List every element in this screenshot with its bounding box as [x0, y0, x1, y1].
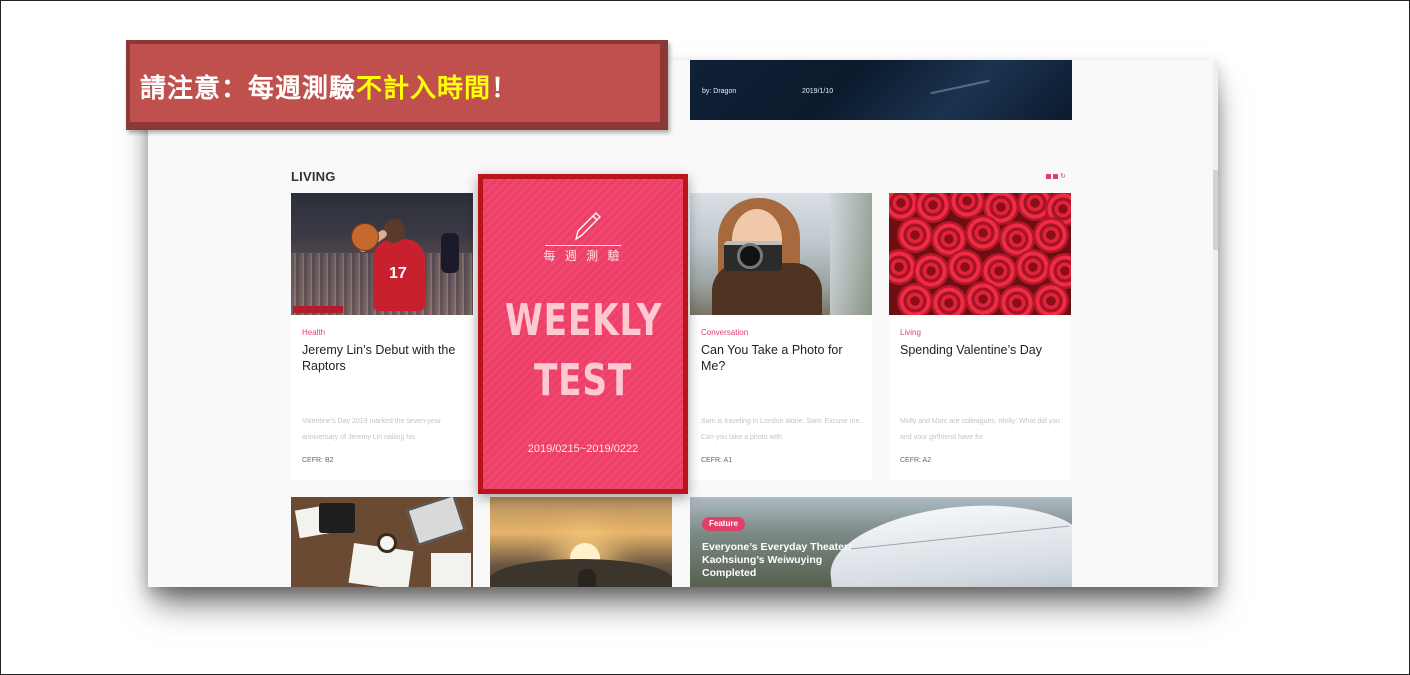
article-image-roses[interactable] — [889, 193, 1071, 315]
weekly-test-subtitle: 每 週 測 驗 — [543, 249, 623, 263]
weekly-test-banner[interactable]: 每 週 測 驗 WEEKLY TEST 2019/0215~2019/0222 — [478, 174, 688, 494]
camera-icon — [737, 243, 763, 269]
article-card-desk[interactable] — [291, 497, 473, 587]
hero-date: 2019/1/10 — [802, 88, 834, 95]
notice-text: 請注意：每週測驗不計入時間！ — [140, 68, 518, 105]
basketball-icon — [351, 223, 379, 251]
grid-icon[interactable] — [1046, 174, 1051, 179]
notice-text-before: 請注意：每週測驗 — [140, 74, 357, 104]
cefr-level: CEFR: B2 — [302, 457, 334, 464]
article-card[interactable]: 17 Health Jeremy Lin’s Debut with the Ra… — [291, 193, 473, 480]
article-image-basketball[interactable]: 17 — [291, 193, 473, 315]
hero-author: by: Dragon — [702, 88, 737, 95]
feature-title[interactable]: Everyone’s Everyday Theater: Kaohsiung’s… — [702, 541, 852, 580]
notice-banner: 請注意：每週測驗不計入時間！ — [126, 40, 668, 130]
feature-badge[interactable]: Feature — [702, 517, 745, 531]
weekly-test-date-range: 2019/0215~2019/0222 — [527, 443, 639, 455]
hero-wave-decoration — [930, 79, 990, 95]
divider — [545, 245, 621, 246]
notice-text-after: ！ — [491, 74, 519, 104]
theater-dome-image — [824, 497, 1072, 587]
article-category[interactable]: Health — [302, 328, 325, 337]
article-card[interactable]: Living Spending Valentine’s Day Molly an… — [889, 193, 1071, 480]
feature-card[interactable]: Feature Everyone’s Everyday Theater: Kao… — [690, 497, 1072, 587]
grid-icon[interactable] — [1053, 174, 1058, 179]
cefr-level: CEFR: A1 — [701, 457, 733, 464]
article-excerpt: Sam is traveling in London alone. Sam: E… — [701, 418, 862, 441]
refresh-icon[interactable]: ↻ — [1060, 173, 1066, 180]
article-category[interactable]: Living — [900, 328, 921, 337]
tablet-icon — [319, 503, 355, 533]
scrollbar[interactable] — [1213, 60, 1218, 587]
article-title[interactable]: Spending Valentine’s Day — [900, 342, 1065, 358]
article-card-sunset[interactable] — [490, 497, 672, 587]
article-excerpt: Molly and Marc are colleagues. Molly: Wh… — [900, 418, 1060, 441]
section-title: LIVING — [291, 169, 336, 184]
article-title[interactable]: Jeremy Lin’s Debut with the Raptors — [302, 342, 467, 374]
coffee-cup-icon — [377, 533, 397, 553]
cefr-level: CEFR: A2 — [900, 457, 932, 464]
pen-icon — [574, 212, 601, 241]
article-card[interactable]: Conversation Can You Take a Photo for Me… — [690, 193, 872, 480]
laptop-icon — [406, 497, 466, 546]
layout-toggle[interactable]: ↻ — [1046, 173, 1066, 180]
article-excerpt: Valentine’s Day 2019 marked the seven-ye… — [302, 418, 442, 441]
hero-banner[interactable]: by: Dragon 2019/1/10 — [690, 60, 1072, 120]
article-image-camera[interactable] — [690, 193, 872, 315]
article-title[interactable]: Can You Take a Photo for Me? — [701, 342, 866, 374]
notice-highlight: 不計入時間 — [356, 74, 492, 104]
scrollbar-thumb[interactable] — [1213, 170, 1218, 250]
image-caption-strip — [293, 306, 343, 313]
weekly-test-title-line1: WEEKLY — [505, 295, 663, 346]
weekly-test-title-line2: TEST — [533, 355, 633, 406]
article-category[interactable]: Conversation — [701, 328, 748, 337]
